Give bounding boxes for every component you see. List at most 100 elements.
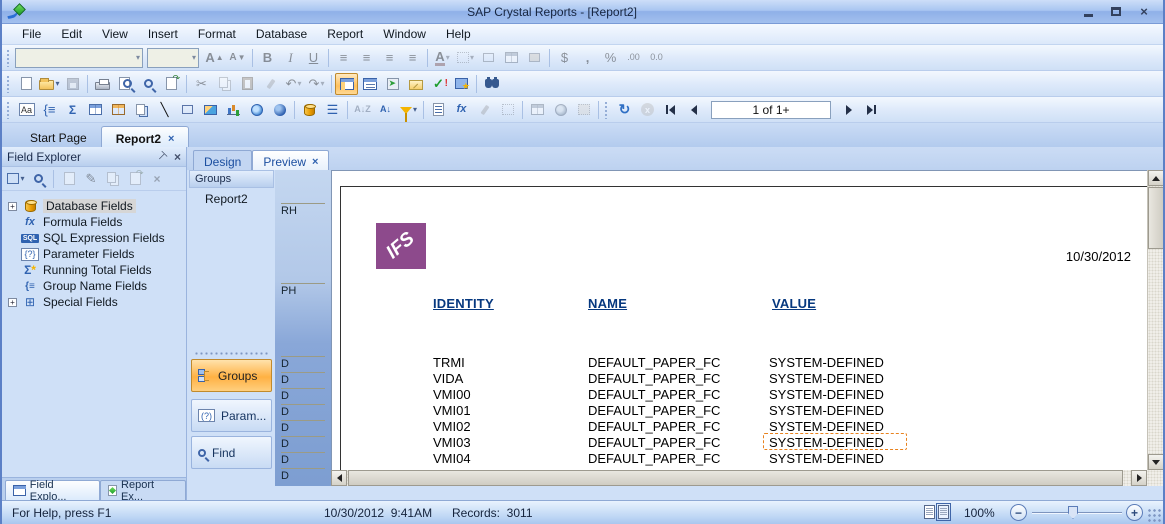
rename-field-button[interactable] — [125, 168, 145, 189]
group-sort-expert-button[interactable]: A↓Z — [351, 99, 374, 121]
single-page-view-icon[interactable] — [924, 505, 935, 519]
tab-start-page[interactable]: Start Page — [16, 126, 101, 147]
horizontal-scrollbar[interactable] — [331, 470, 1163, 486]
menu-window[interactable]: Window — [373, 25, 436, 43]
paste-button[interactable] — [236, 73, 259, 95]
next-page-button[interactable] — [837, 99, 860, 121]
tree-item-sql-expression-fields[interactable]: SQL SQL Expression Fields — [6, 230, 186, 246]
thousands-separator-button[interactable]: , — [576, 47, 599, 69]
new-field-button[interactable] — [59, 169, 79, 189]
insert-box-button[interactable] — [176, 99, 199, 121]
toolbar-grip[interactable] — [6, 100, 11, 119]
insert-map-button[interactable] — [245, 99, 268, 121]
open-button[interactable]: ▾ — [38, 73, 61, 95]
add-decimal-button[interactable]: .00 — [622, 47, 645, 69]
insert-line-button[interactable]: ╲ — [153, 99, 176, 121]
resize-grip[interactable] — [1147, 508, 1161, 522]
tree-item-formula-fields[interactable]: fx Formula Fields — [6, 214, 186, 230]
toolbar-grip[interactable] — [6, 74, 11, 93]
insert-chart-button[interactable] — [222, 99, 245, 121]
find-button[interactable] — [480, 73, 503, 95]
insert-crosstab-button[interactable] — [84, 99, 107, 121]
scroll-up-button[interactable] — [1148, 170, 1163, 186]
align-center-button[interactable]: ≡ — [355, 47, 378, 69]
tree-item-parameter-fields[interactable]: {?} Parameter Fields — [6, 246, 186, 262]
align-justify-button[interactable]: ≡ — [401, 47, 424, 69]
dependency-checker-button[interactable] — [404, 73, 427, 95]
minimize-button[interactable] — [1077, 4, 1099, 20]
align-left-button[interactable]: ≡ — [332, 47, 355, 69]
lock-position-button[interactable] — [523, 47, 546, 69]
cut-button[interactable]: ✂ — [190, 73, 213, 95]
check-database-button[interactable]: ✓ — [427, 73, 450, 95]
menu-view[interactable]: View — [92, 25, 138, 43]
remove-decimal-button[interactable]: 0.0 — [645, 47, 668, 69]
section-expert-button[interactable] — [427, 99, 450, 121]
maximize-button[interactable] — [1105, 4, 1127, 20]
print-preview-button[interactable] — [114, 73, 137, 95]
save-button[interactable] — [61, 73, 84, 95]
olap-design-button[interactable] — [526, 99, 549, 121]
menu-insert[interactable]: Insert — [138, 25, 188, 43]
tab-design[interactable]: Design — [193, 150, 253, 170]
percent-button[interactable]: % — [599, 47, 622, 69]
insert-olap-grid-button[interactable] — [107, 99, 130, 121]
borders-button[interactable]: ▾ — [454, 47, 477, 69]
highlighting-expert-button[interactable] — [473, 99, 496, 121]
groups-view-button[interactable]: Groups — [191, 359, 272, 392]
browse-data-button[interactable] — [28, 169, 48, 189]
hierarchical-grouping-button[interactable] — [549, 99, 572, 121]
grid-toggle-button[interactable] — [496, 99, 519, 121]
formula-workshop-button[interactable]: fx — [450, 99, 473, 121]
decrease-font-button[interactable]: A ▼ — [226, 47, 249, 69]
database-expert-button[interactable] — [298, 99, 321, 121]
refresh-button[interactable]: ↻ — [613, 99, 636, 121]
suppress-button[interactable] — [477, 47, 500, 69]
expand-icon[interactable]: + — [8, 201, 17, 211]
first-page-button[interactable] — [659, 99, 682, 121]
tab-report2[interactable]: Report2 × — [100, 126, 190, 147]
stop-button[interactable]: x — [636, 99, 659, 121]
close-tab-icon[interactable]: × — [168, 133, 174, 145]
redo-button[interactable]: ↷ ▾ — [305, 73, 328, 95]
font-color-button[interactable]: A ▾ — [431, 47, 454, 69]
close-button[interactable]: × — [1133, 4, 1155, 20]
panel-splitter[interactable] — [193, 350, 270, 356]
toggle-group-tree-button[interactable] — [335, 72, 358, 95]
insert-flash-button[interactable] — [268, 99, 291, 121]
font-size-combo[interactable]: ▾ — [147, 47, 199, 68]
group-expert-button[interactable]: ☰ — [321, 99, 344, 121]
bold-button[interactable]: B — [256, 47, 279, 69]
expand-icon[interactable]: + — [8, 297, 17, 307]
page-width-view-icon[interactable] — [936, 503, 951, 521]
workbench-button[interactable] — [381, 73, 404, 95]
horizontal-scroll-thumb[interactable] — [348, 470, 1123, 486]
font-name-combo[interactable]: ▾ — [15, 47, 143, 68]
report-wizard-button[interactable] — [450, 73, 473, 95]
previous-page-button[interactable] — [682, 99, 705, 121]
parameters-view-button[interactable]: (?) Param... — [191, 399, 272, 432]
scroll-left-button[interactable] — [331, 470, 347, 486]
report-preview[interactable]: IFS 10/30/2012 IDENTITY NAME VALUE TRMI … — [331, 170, 1147, 470]
menu-help[interactable]: Help — [436, 25, 481, 43]
menu-format[interactable]: Format — [188, 25, 246, 43]
export-button[interactable] — [160, 73, 183, 95]
undo-button[interactable]: ↶ ▾ — [282, 73, 305, 95]
vertical-scrollbar[interactable] — [1147, 170, 1163, 470]
find-view-button[interactable]: Find — [191, 436, 272, 469]
currency-button[interactable]: $ — [553, 47, 576, 69]
select-expert-button[interactable]: ▾ — [397, 99, 420, 122]
lock-format-button[interactable] — [500, 47, 523, 69]
tree-item-database-fields[interactable]: + Database Fields — [6, 198, 186, 214]
close-panel-icon[interactable]: × — [174, 150, 181, 164]
toolbar-grip[interactable] — [6, 48, 11, 67]
page-number-field[interactable]: 1 of 1+ — [711, 100, 831, 119]
zoom-out-button[interactable]: − — [1010, 504, 1027, 521]
last-page-button[interactable] — [860, 99, 883, 121]
scroll-down-button[interactable] — [1148, 454, 1163, 470]
delete-field-button[interactable]: × — [147, 169, 167, 189]
tree-item-running-total-fields[interactable]: Σ Running Total Fields — [6, 262, 186, 278]
tree-item-special-fields[interactable]: + ⊞ Special Fields — [6, 294, 186, 310]
insert-group-button[interactable]: {≡ — [38, 99, 61, 121]
italic-button[interactable]: I — [279, 47, 302, 69]
